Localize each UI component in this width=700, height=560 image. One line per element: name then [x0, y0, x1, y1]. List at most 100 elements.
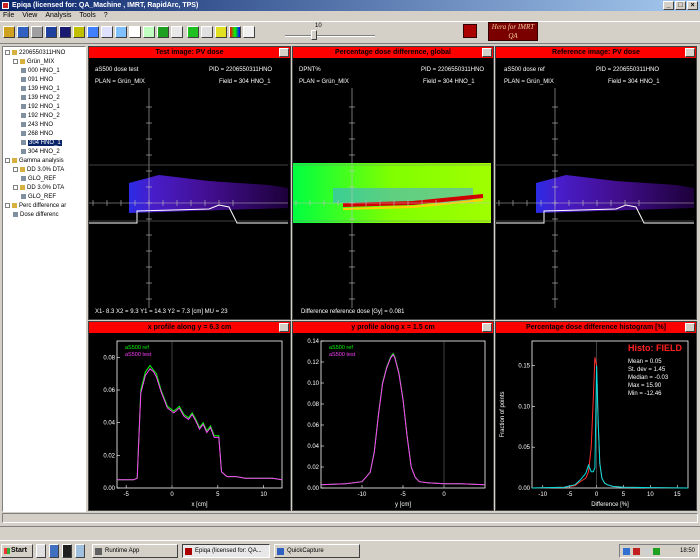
study-tree[interactable]: 2206550311HNO Grün_MIX 000 HNO_1 091 HNO 139… — [2, 46, 86, 512]
tree-node[interactable]: GLO_REF — [21, 193, 56, 202]
x-profile-panel[interactable]: x profile along y = 6.3 cm -5 0 5 10 0.00 0.0… — [88, 321, 291, 511]
open-icon[interactable] — [3, 26, 15, 38]
tree-node-label: GLO_REF — [28, 194, 57, 200]
tree-node[interactable]: Grün_MIX — [13, 58, 54, 67]
expand-icon[interactable] — [13, 58, 18, 64]
tree-node[interactable]: 192 HNO_2 — [21, 112, 60, 121]
slider-track[interactable] — [285, 35, 375, 37]
tree-node[interactable]: 139 HNO_1 — [21, 85, 60, 94]
browser-icon[interactable] — [49, 544, 59, 558]
compare-icon[interactable] — [101, 26, 113, 38]
menu-analysis[interactable]: Analysis — [45, 11, 71, 21]
file-icon — [21, 130, 26, 136]
x-tick-label: -5 — [400, 492, 406, 498]
grid-view-icon[interactable] — [463, 24, 477, 38]
analysis-icon[interactable] — [143, 26, 155, 38]
explorer-icon[interactable] — [75, 544, 85, 558]
slider-thumb[interactable] — [311, 30, 317, 40]
image-slider[interactable]: 10 — [285, 23, 375, 40]
tree-node[interactable]: 091 HNO — [21, 76, 53, 85]
panel-maximize-button[interactable] — [279, 48, 289, 57]
x-tick-label: 5 — [622, 492, 626, 498]
tree-node-label: Grün_MIX — [27, 59, 55, 65]
tree-node[interactable]: GLO_REF — [21, 175, 56, 184]
histogram-panel[interactable]: Percentage dose difference histogram [%]… — [495, 321, 697, 511]
close-button[interactable]: × — [687, 1, 698, 10]
horizontal-scrollbar[interactable] — [2, 513, 698, 523]
tree-node[interactable]: 139 HNO_2 — [21, 94, 60, 103]
record-icon[interactable] — [243, 26, 255, 38]
histogram-heading: Histo: FIELD — [628, 343, 682, 353]
tree-node[interactable]: 304 HNO_1 — [21, 139, 62, 148]
y-profile-panel[interactable]: y profile along x = 1.5 cm -10 -5 0 0.00 0.0… — [292, 321, 494, 511]
expand-icon[interactable] — [5, 49, 10, 55]
network-icon[interactable] — [623, 548, 630, 555]
zoom-out-icon[interactable] — [201, 26, 213, 38]
folder-icon — [12, 49, 17, 55]
start-button[interactable]: Start — [1, 544, 33, 558]
panel-maximize-button[interactable] — [685, 323, 695, 332]
media-icon[interactable] — [62, 544, 72, 558]
tree-node[interactable]: 243 HNO — [21, 121, 53, 130]
image-label: DPNT% — [299, 67, 321, 73]
histogram-icon[interactable] — [129, 26, 141, 38]
chart-icon[interactable] — [45, 26, 57, 38]
menu-view[interactable]: View — [22, 11, 37, 21]
tree-node[interactable]: 2206550311HNO — [5, 49, 65, 58]
folder-icon — [20, 184, 25, 190]
dose-difference-panel[interactable]: Percentage dose difference, global DPNT%… — [292, 46, 494, 320]
window-title-bar[interactable]: Epiqa (licensed for: QA_Machine , IMRT, … — [0, 0, 700, 11]
volume-icon[interactable] — [643, 548, 650, 555]
field-label: Field = 304 HNO_1 — [608, 79, 660, 85]
menu-help[interactable]: ? — [104, 11, 108, 21]
antivirus-icon[interactable] — [633, 548, 640, 555]
panel-maximize-button[interactable] — [279, 323, 289, 332]
dose-icon[interactable] — [87, 26, 99, 38]
system-tray: 18:50 — [619, 544, 699, 558]
menu-tools[interactable]: Tools — [79, 11, 95, 21]
test-image-panel[interactable]: Test image: PV dose aS500 dose test PLAN… — [88, 46, 291, 320]
maximize-button[interactable]: □ — [675, 1, 686, 10]
expand-icon[interactable] — [13, 166, 18, 172]
tree-node[interactable]: DD 3.0% DTA — [13, 166, 64, 175]
y-tick-label: 0.08 — [307, 402, 319, 408]
target-icon[interactable] — [171, 26, 183, 38]
reference-image-panel[interactable]: Reference image: PV dose aS500 dose ref … — [495, 46, 697, 320]
tree-node[interactable]: Dose differenc — [13, 211, 59, 220]
task-quickcapture[interactable]: QuickCapture — [274, 544, 360, 558]
table-icon[interactable] — [115, 26, 127, 38]
epiqa-icon — [185, 548, 192, 555]
desktop-icon[interactable] — [36, 544, 46, 558]
field-icon[interactable] — [73, 26, 85, 38]
save-icon[interactable] — [17, 26, 29, 38]
update-icon[interactable] — [653, 548, 660, 555]
task-runtime-app[interactable]: Runtime App — [92, 544, 178, 558]
panel-maximize-button[interactable] — [685, 48, 695, 57]
panel-maximize-button[interactable] — [482, 323, 492, 332]
tree-node-label: Perc difference ar — [19, 203, 67, 209]
settings-icon[interactable] — [157, 26, 169, 38]
tree-node[interactable]: Gamma analysis — [5, 157, 64, 166]
expand-icon[interactable] — [13, 184, 18, 190]
task-epiqa[interactable]: Epiqa (licensed for: QA... — [182, 544, 270, 558]
panel-maximize-button[interactable] — [482, 48, 492, 57]
tree-node[interactable]: Perc difference ar — [5, 202, 66, 211]
tree-node[interactable]: 000 HNO_1 — [21, 67, 60, 76]
expand-icon[interactable] — [5, 157, 10, 163]
minimize-button[interactable]: _ — [663, 1, 674, 10]
zoom-in-icon[interactable] — [187, 26, 199, 38]
panel-title: Percentage dose difference, global — [335, 49, 451, 56]
tree-node[interactable]: 304 HNO_2 — [21, 148, 60, 157]
tree-node-label: 268 HNO — [28, 131, 54, 137]
grid-icon[interactable] — [59, 26, 71, 38]
file-icon — [21, 121, 26, 127]
expand-icon[interactable] — [5, 202, 10, 208]
tree-node[interactable]: 192 HNO_1 — [21, 103, 60, 112]
tree-node[interactable]: 268 HNO — [21, 130, 53, 139]
print-icon[interactable] — [31, 26, 43, 38]
menu-file[interactable]: File — [3, 11, 14, 21]
color-bar-icon[interactable] — [229, 26, 241, 38]
arrow-icon[interactable] — [215, 26, 227, 38]
tree-node[interactable]: DD 3.0% DTA — [13, 184, 64, 193]
y-tick-label: 0.10 — [307, 381, 319, 387]
